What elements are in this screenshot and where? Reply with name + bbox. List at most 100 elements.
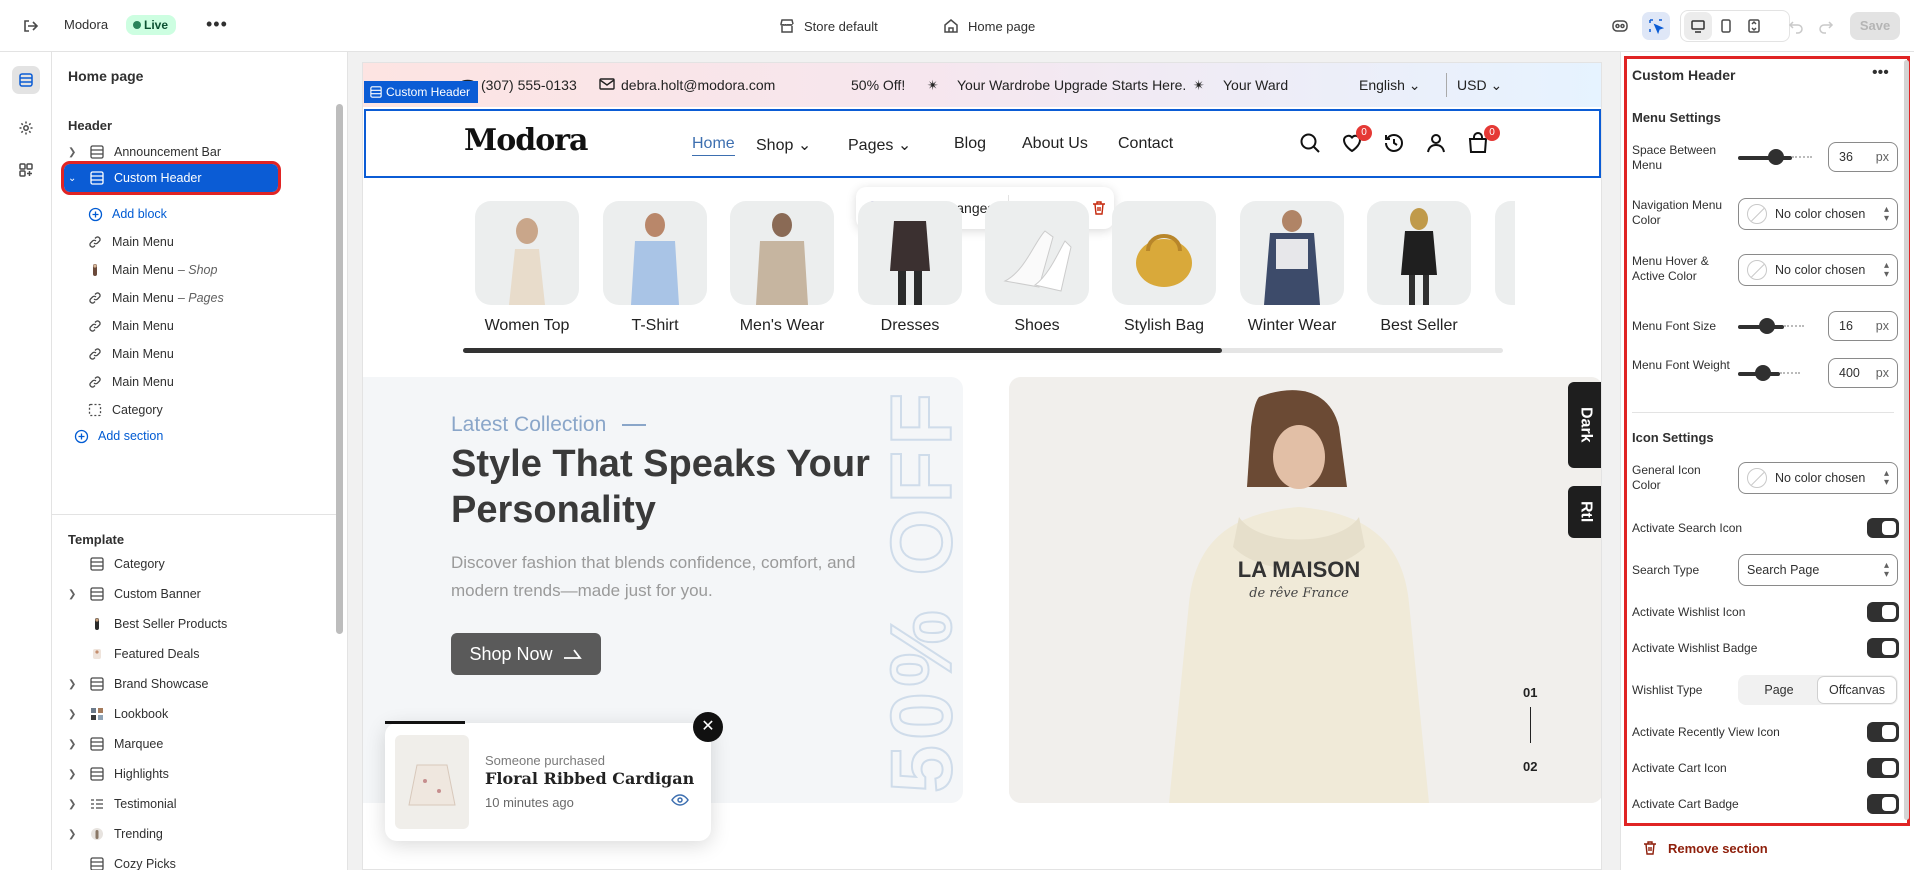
nav-menu-color-picker[interactable]: No color chosen ▴ ▾ bbox=[1738, 198, 1898, 230]
activate-cart-icon-toggle[interactable] bbox=[1867, 758, 1899, 778]
sidebar-item-cozy-picks[interactable]: Cozy Picks bbox=[64, 850, 326, 870]
store-select[interactable]: Store default bbox=[778, 17, 878, 35]
category-card[interactable]: Stylish Bag bbox=[1112, 201, 1216, 335]
user-icon[interactable] bbox=[1424, 131, 1448, 155]
sidebar-item-brand-showcase[interactable]: ❯ Brand Showcase bbox=[64, 670, 326, 698]
category-scrollbar[interactable] bbox=[463, 348, 1503, 353]
chevron-right-icon[interactable]: ❯ bbox=[68, 679, 82, 690]
slider-knob[interactable] bbox=[1767, 149, 1784, 165]
menu-font-weight-input[interactable]: 400 px bbox=[1828, 358, 1898, 388]
shop-now-button[interactable]: Shop Now bbox=[451, 633, 601, 675]
category-card[interactable]: Women Top bbox=[475, 201, 579, 335]
chevron-right-icon[interactable]: ❯ bbox=[68, 799, 82, 810]
currency-select[interactable]: USD ⌄ bbox=[1457, 77, 1502, 94]
sections-tab[interactable] bbox=[12, 66, 40, 94]
sidebar-item-testimonial[interactable]: ❯ Testimonial bbox=[64, 790, 326, 818]
wishlist-type-offcanvas[interactable]: Offcanvas bbox=[1818, 677, 1896, 703]
nav-pages[interactable]: Pages ⌄ bbox=[848, 135, 911, 155]
settings-tab[interactable] bbox=[12, 114, 40, 142]
remove-section-button[interactable]: Remove section bbox=[1642, 840, 1768, 856]
chevron-right-icon[interactable]: ❯ bbox=[68, 769, 82, 780]
add-block-button[interactable]: Add block bbox=[64, 200, 326, 228]
general-icon-color-picker[interactable]: No color chosen ▴ ▾ bbox=[1738, 462, 1898, 494]
popup-close-button[interactable]: ✕ bbox=[693, 712, 723, 742]
sidebar-item-main-menu[interactable]: Main Menu bbox=[64, 228, 326, 256]
activate-recently-view-icon-toggle[interactable] bbox=[1867, 722, 1899, 742]
space-between-menu-input[interactable]: 36 px bbox=[1828, 142, 1898, 172]
activate-cart-badge-toggle[interactable] bbox=[1867, 794, 1899, 814]
category-scroll-thumb[interactable] bbox=[463, 348, 1223, 353]
add-section-button[interactable]: Add section bbox=[64, 422, 326, 450]
menu-font-weight-slider[interactable] bbox=[1738, 365, 1800, 381]
sidebar-item-custom-banner[interactable]: ❯ Custom Banner bbox=[64, 580, 326, 608]
page-select[interactable]: Home page bbox=[942, 17, 1035, 35]
chevron-right-icon[interactable]: ❯ bbox=[68, 589, 82, 600]
announcement-bar[interactable]: ☎ (307) 555-0133 debra.holt@modora.com 5… bbox=[363, 63, 1601, 107]
chevron-right-icon[interactable]: ❯ bbox=[68, 147, 82, 158]
sidebar-item-custom-header[interactable]: ⌄ Custom Header bbox=[61, 161, 281, 195]
category-card[interactable]: Dresses bbox=[858, 201, 962, 335]
rtl-tab[interactable]: Rtl bbox=[1568, 486, 1601, 538]
search-type-select[interactable]: Search Page ▴ ▾ bbox=[1738, 554, 1898, 586]
sidebar-item-category[interactable]: Category bbox=[64, 396, 326, 424]
chevron-right-icon[interactable]: ❯ bbox=[68, 829, 82, 840]
chevron-right-icon[interactable]: ❯ bbox=[68, 739, 82, 750]
sidebar-item-trending[interactable]: ❯ Trending bbox=[64, 820, 326, 848]
slide-number-next[interactable]: 02 bbox=[1523, 759, 1537, 774]
sidebar-item-category[interactable]: Category bbox=[64, 550, 326, 578]
menu-font-size-slider[interactable] bbox=[1738, 318, 1804, 334]
sidebar-item-featured-deals[interactable]: Featured Deals bbox=[64, 640, 326, 668]
custom-header-tag[interactable]: Custom Header bbox=[364, 81, 479, 103]
mobile-view-button[interactable] bbox=[1712, 12, 1740, 40]
sidebar-item-announcement-bar[interactable]: ❯ Announcement Bar bbox=[64, 138, 326, 166]
exit-icon[interactable] bbox=[20, 16, 40, 36]
menu-hover-color-picker[interactable]: No color chosen ▴ ▾ bbox=[1738, 254, 1898, 286]
category-card[interactable]: Winter Wear bbox=[1240, 201, 1344, 335]
space-between-menu-slider[interactable] bbox=[1738, 149, 1813, 165]
slider-knob[interactable] bbox=[1758, 318, 1775, 334]
category-card[interactable]: Men's Wear bbox=[730, 201, 834, 335]
wishlist-type-page[interactable]: Page bbox=[1740, 677, 1818, 703]
sidebar-item-main-menu-pages[interactable]: Main Menu – Pages bbox=[64, 284, 326, 312]
sidebar-item-marquee[interactable]: ❯ Marquee bbox=[64, 730, 326, 758]
fullscreen-button[interactable] bbox=[1740, 12, 1768, 40]
slider-knob[interactable] bbox=[1754, 365, 1771, 381]
history-icon[interactable] bbox=[1382, 131, 1406, 155]
recent-purchase-popup[interactable]: Someone purchased Floral Ribbed Cardigan… bbox=[385, 723, 711, 841]
nav-shop[interactable]: Shop ⌄ bbox=[756, 135, 811, 155]
slide-number-current[interactable]: 01 bbox=[1523, 685, 1537, 700]
store-logo[interactable]: Modora bbox=[464, 123, 588, 158]
category-card[interactable]: T-Shirt bbox=[603, 201, 707, 335]
search-icon[interactable] bbox=[1298, 131, 1322, 155]
trash-icon[interactable] bbox=[1091, 200, 1107, 216]
nav-about-us[interactable]: About Us bbox=[1022, 135, 1088, 153]
custom-header-preview[interactable]: Modora Home Shop ⌄ Pages ⌄ Blog About Us… bbox=[364, 109, 1601, 178]
panel-scrollbar[interactable] bbox=[1904, 60, 1909, 820]
chevron-down-icon[interactable]: ⌄ bbox=[68, 173, 82, 184]
redo-button[interactable] bbox=[1812, 12, 1840, 40]
sidebar-item-lookbook[interactable]: ❯ Lookbook bbox=[64, 700, 326, 728]
apps-tab[interactable] bbox=[12, 156, 40, 184]
eye-icon[interactable] bbox=[671, 793, 689, 807]
activate-wishlist-icon-toggle[interactable] bbox=[1867, 602, 1899, 622]
nav-blog[interactable]: Blog bbox=[954, 135, 986, 153]
sidebar-item-best-seller-products[interactable]: Best Seller Products bbox=[64, 610, 326, 638]
chevron-right-icon[interactable]: ❯ bbox=[68, 709, 82, 720]
sidebar-item-highlights[interactable]: ❯ Highlights bbox=[64, 760, 326, 788]
sidebar-item-main-menu[interactable]: Main Menu bbox=[64, 368, 326, 396]
sidebar-item-main-menu[interactable]: Main Menu bbox=[64, 312, 326, 340]
more-options-icon[interactable]: ••• bbox=[1872, 64, 1889, 82]
category-card[interactable]: Best Seller bbox=[1367, 201, 1471, 335]
undo-button[interactable] bbox=[1782, 12, 1810, 40]
activate-wishlist-badge-toggle[interactable] bbox=[1867, 638, 1899, 658]
save-button[interactable]: Save bbox=[1850, 12, 1900, 40]
sidebar-item-main-menu-shop[interactable]: Main Menu – Shop bbox=[64, 256, 326, 284]
category-card[interactable]: Shoes bbox=[985, 201, 1089, 335]
language-select[interactable]: English ⌄ bbox=[1359, 77, 1421, 94]
nav-contact[interactable]: Contact bbox=[1118, 135, 1173, 153]
menu-font-size-input[interactable]: 16 px bbox=[1828, 311, 1898, 341]
nav-home[interactable]: Home bbox=[692, 135, 735, 156]
inspector-button[interactable] bbox=[1642, 12, 1670, 40]
activate-search-icon-toggle[interactable] bbox=[1867, 518, 1899, 538]
sidebar-item-main-menu[interactable]: Main Menu bbox=[64, 340, 326, 368]
